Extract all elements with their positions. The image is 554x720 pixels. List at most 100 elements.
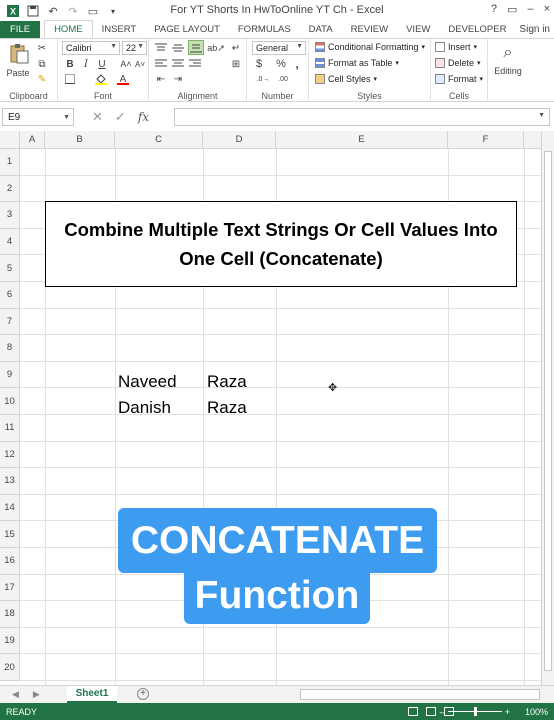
insert-cells-button[interactable]: Insert ▾ — [435, 42, 477, 52]
enter-icon[interactable]: ✓ — [115, 109, 126, 125]
tab-developer[interactable]: DEVELOPER — [439, 21, 515, 38]
redo-icon[interactable]: ↷ — [66, 4, 80, 18]
row-header[interactable]: 2 — [0, 175, 20, 203]
font-name-select[interactable]: Calibri ▼ — [62, 41, 120, 55]
increase-decimal-icon[interactable]: .0→ — [255, 73, 271, 85]
currency-icon[interactable]: $ — [253, 58, 265, 70]
column-header-d[interactable]: D — [203, 131, 276, 149]
insert-function-icon[interactable]: fx — [138, 110, 149, 124]
tab-page-layout[interactable]: PAGE LAYOUT — [145, 21, 229, 38]
previous-sheet-icon[interactable]: ◀ — [12, 689, 19, 700]
align-middle-icon[interactable] — [171, 42, 185, 54]
column-header-a[interactable]: A — [20, 131, 45, 149]
page-layout-view-icon[interactable] — [426, 707, 436, 716]
zoom-out-icon[interactable]: – — [440, 707, 445, 717]
wrap-text-icon[interactable]: ↵ — [229, 42, 243, 54]
row-header[interactable]: 6 — [0, 282, 20, 309]
row-header[interactable]: 16 — [0, 548, 20, 575]
font-size-select[interactable]: 22 ▼ — [122, 41, 147, 55]
normal-view-icon[interactable] — [408, 707, 418, 716]
row-header[interactable]: 4 — [0, 228, 20, 256]
conditional-formatting-button[interactable]: Conditional Formatting ▾ — [315, 42, 425, 52]
align-center-icon[interactable] — [171, 58, 185, 70]
ribbon-display-icon[interactable]: ▭ — [507, 3, 517, 16]
customize-qat-icon[interactable]: ▾ — [106, 4, 120, 18]
select-all-corner[interactable] — [0, 131, 20, 149]
row-header[interactable]: 14 — [0, 494, 20, 522]
cell-c9[interactable]: Naveed — [118, 369, 177, 395]
title-text-box[interactable]: Combine Multiple Text Strings Or Cell Va… — [45, 201, 517, 287]
row-header[interactable]: 11 — [0, 415, 20, 442]
zoom-level[interactable]: 100% — [525, 707, 548, 717]
column-header-b[interactable]: B — [45, 131, 115, 149]
font-shrink-icon[interactable]: A˅ — [134, 58, 146, 70]
tab-data[interactable]: DATA — [300, 21, 342, 38]
zoom-track[interactable] — [447, 707, 502, 716]
align-bottom-icon[interactable] — [188, 40, 204, 55]
underline-icon[interactable]: U — [96, 58, 108, 70]
number-format-select[interactable]: General ▼ — [252, 41, 306, 55]
print-preview-icon[interactable]: ▭ — [86, 4, 100, 18]
row-header[interactable]: 19 — [0, 627, 20, 655]
save-icon[interactable] — [26, 4, 40, 18]
cell-styles-button[interactable]: Cell Styles ▾ — [315, 74, 377, 84]
formula-input[interactable]: ▼ — [174, 108, 550, 126]
editing-button-label[interactable]: Editing — [488, 65, 528, 77]
align-left-icon[interactable] — [154, 58, 168, 70]
horizontal-scrollbar[interactable] — [300, 689, 540, 700]
italic-icon[interactable]: I — [80, 58, 92, 70]
row-header[interactable]: 12 — [0, 441, 20, 469]
increase-indent-icon[interactable]: ⇥ — [171, 73, 185, 85]
cell-c10[interactable]: Danish — [118, 395, 171, 421]
decrease-indent-icon[interactable]: ⇤ — [154, 73, 168, 85]
row-header[interactable]: 13 — [0, 468, 20, 495]
tab-insert[interactable]: INSERT — [93, 21, 146, 38]
row-header[interactable]: 10 — [0, 388, 20, 415]
row-header[interactable]: 18 — [0, 601, 20, 628]
row-header[interactable]: 7 — [0, 308, 20, 336]
font-color-icon[interactable]: A — [116, 72, 130, 86]
delete-cells-button[interactable]: Delete ▾ — [435, 58, 481, 68]
decrease-decimal-icon[interactable]: .00 — [275, 73, 291, 85]
add-sheet-icon[interactable]: + — [137, 688, 149, 700]
tab-view[interactable]: VIEW — [397, 21, 439, 38]
zoom-slider[interactable]: – + — [440, 707, 510, 717]
tab-home[interactable]: HOME — [44, 20, 93, 38]
cut-icon[interactable]: ✂ — [36, 42, 48, 54]
close-icon[interactable]: × — [544, 3, 550, 16]
copy-icon[interactable]: ⧉ — [36, 58, 48, 70]
column-header-f[interactable]: F — [448, 131, 524, 149]
tab-formulas[interactable]: FORMULAS — [229, 21, 300, 38]
help-icon[interactable]: ? — [491, 3, 497, 16]
format-painter-icon[interactable]: ✎ — [36, 73, 48, 85]
column-header-e[interactable]: E — [276, 131, 448, 149]
orientation-icon[interactable]: ab↗ — [207, 42, 225, 54]
comma-icon[interactable]: , — [291, 57, 303, 71]
row-header[interactable]: 5 — [0, 255, 20, 282]
paste-icon[interactable] — [8, 43, 30, 65]
row-header[interactable]: 20 — [0, 654, 20, 681]
vertical-scrollbar-thumb[interactable] — [544, 151, 552, 671]
row-header[interactable]: 3 — [0, 202, 20, 229]
font-grow-icon[interactable]: A˄ — [120, 58, 132, 70]
next-sheet-icon[interactable]: ▶ — [33, 689, 40, 700]
cell-d9[interactable]: Raza — [207, 369, 247, 395]
align-top-icon[interactable] — [154, 42, 168, 54]
merge-center-icon[interactable]: ⊞ — [229, 58, 243, 70]
borders-icon[interactable] — [64, 73, 76, 85]
row-header[interactable]: 1 — [0, 149, 20, 176]
editing-icon[interactable]: ⌕ — [498, 43, 518, 63]
minimize-icon[interactable]: – — [527, 3, 533, 16]
column-header-c[interactable]: C — [115, 131, 203, 149]
format-as-table-button[interactable]: Format as Table ▾ — [315, 58, 399, 68]
cancel-icon[interactable]: ✕ — [92, 109, 103, 125]
bold-icon[interactable]: B — [64, 58, 76, 70]
fill-color-icon[interactable] — [94, 72, 108, 86]
tab-review[interactable]: REVIEW — [342, 21, 397, 38]
percent-icon[interactable]: % — [275, 58, 287, 70]
row-header[interactable]: 8 — [0, 335, 20, 362]
vertical-scrollbar[interactable] — [541, 131, 554, 685]
tab-file[interactable]: FILE — [0, 21, 41, 38]
format-cells-button[interactable]: Format ▾ — [435, 74, 483, 84]
sheet-tab-sheet1[interactable]: Sheet1 — [67, 686, 117, 703]
